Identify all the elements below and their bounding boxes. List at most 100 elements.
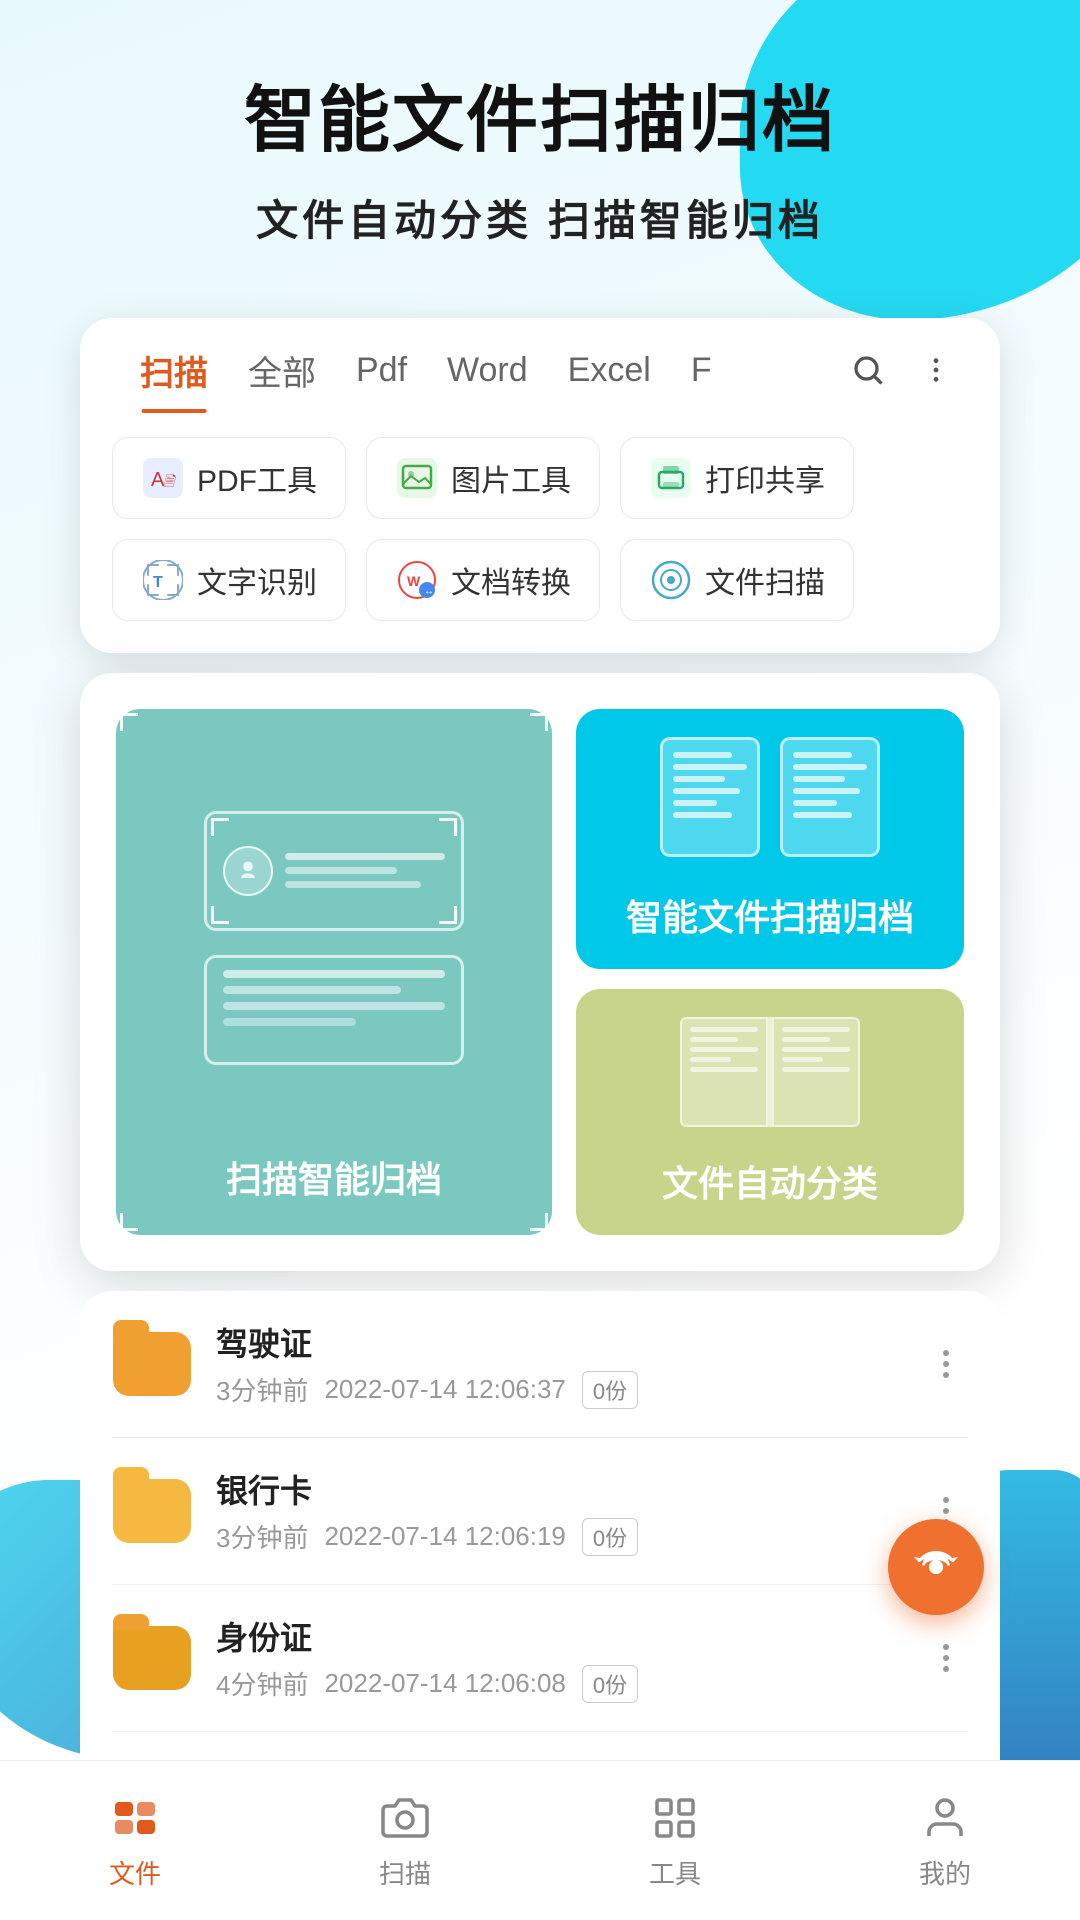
file-time: 3分钟前 xyxy=(216,1371,308,1408)
folder-shape xyxy=(113,1479,191,1543)
camera-fab-button[interactable] xyxy=(888,1519,984,1615)
file-name: 驾驶证 xyxy=(216,1319,900,1365)
doc-illustration xyxy=(660,737,880,857)
file-date: 2022-07-14 12:06:19 xyxy=(324,1521,565,1552)
scan-illustration xyxy=(140,741,528,1135)
file-meta: 3分钟前 2022-07-14 12:06:19 0份 xyxy=(216,1518,900,1556)
text-recognize-label: 文字识别 xyxy=(197,558,317,602)
hero-title: 智能文件扫描归档 xyxy=(60,80,1020,163)
file-classify-label: 文件自动分类 xyxy=(662,1155,878,1207)
file-scan-icon xyxy=(649,558,693,602)
doc-convert-label: 文档转换 xyxy=(451,558,571,602)
file-badge: 0份 xyxy=(582,1371,638,1409)
print-icon xyxy=(649,456,693,500)
tab-bar: 扫描 全部 Pdf Word Excel F xyxy=(80,318,1000,413)
nav-scan[interactable]: 扫描 xyxy=(377,1790,433,1891)
print-tool-label: 打印共享 xyxy=(705,456,825,500)
file-name: 身份证 xyxy=(216,1613,900,1659)
smart-scan-panel[interactable]: 智能文件扫描归档 xyxy=(576,709,964,969)
file-item: 身份证 4分钟前 2022-07-14 12:06:08 0份 xyxy=(112,1585,968,1732)
file-info[interactable]: 驾驶证 3分钟前 2022-07-14 12:06:37 0份 xyxy=(216,1319,900,1409)
doc-icon-1 xyxy=(660,737,760,857)
doc-icon-2 xyxy=(780,737,880,857)
files-nav-icon xyxy=(107,1790,163,1846)
file-name: 银行卡 xyxy=(216,1466,900,1512)
page-content: 智能文件扫描归档 文件自动分类 扫描智能归档 扫描 全部 Pdf Word Ex… xyxy=(0,0,1080,1920)
folder-shape xyxy=(113,1626,191,1690)
file-classify-panel[interactable]: 文件自动分类 xyxy=(576,989,964,1235)
tools-nav-icon xyxy=(647,1790,703,1846)
file-date: 2022-07-14 12:06:37 xyxy=(324,1374,565,1405)
feature-scan-panel[interactable]: 扫描智能归档 xyxy=(116,709,552,1235)
book-page-left xyxy=(680,1017,768,1127)
pdf-tool-label: PDF工具 xyxy=(197,456,317,500)
id-card-scan xyxy=(204,811,464,931)
nav-tools-label: 工具 xyxy=(649,1854,701,1891)
feature-popup: 扫描智能归档 xyxy=(80,673,1000,1271)
book-illustration xyxy=(680,1017,860,1127)
folder-icon xyxy=(112,1329,192,1399)
tab-excel[interactable]: Excel xyxy=(548,351,671,408)
file-item: 银行卡 3分钟前 2022-07-14 12:06:19 0份 xyxy=(112,1438,968,1585)
tab-pdf[interactable]: Pdf xyxy=(336,351,427,408)
file-meta: 4分钟前 2022-07-14 12:06:08 0份 xyxy=(216,1665,900,1703)
file-scan-label: 文件扫描 xyxy=(705,558,825,602)
book-icon xyxy=(680,1017,860,1127)
file-badge: 0份 xyxy=(582,1665,638,1703)
text-recognize-button[interactable]: T 文字识别 xyxy=(112,539,346,621)
more-button[interactable] xyxy=(912,346,960,394)
tools-row-2: T 文字识别 W xyxy=(80,519,1000,653)
tools-row-1: A 🗎 PDF工具 图片工具 xyxy=(80,413,1000,519)
doc-convert-button[interactable]: W ↔ 文档转换 xyxy=(366,539,600,621)
profile-nav-icon xyxy=(917,1790,973,1846)
file-item: 驾驶证 3分钟前 2022-07-14 12:06:37 0份 xyxy=(112,1291,968,1438)
pdf-tool-button[interactable]: A 🗎 PDF工具 xyxy=(112,437,346,519)
file-meta: 3分钟前 2022-07-14 12:06:37 0份 xyxy=(216,1371,900,1409)
scan-archive-label: 扫描智能归档 xyxy=(226,1151,442,1203)
nav-tools[interactable]: 工具 xyxy=(647,1790,703,1891)
folder-icon xyxy=(112,1476,192,1546)
nav-profile-label: 我的 xyxy=(919,1854,971,1891)
feature-right: 智能文件扫描归档 xyxy=(576,709,964,1235)
folder-shape xyxy=(113,1332,191,1396)
tab-word[interactable]: Word xyxy=(427,351,548,408)
book-page-right xyxy=(772,1017,860,1127)
app-card: 扫描 全部 Pdf Word Excel F xyxy=(80,318,1000,653)
tab-all[interactable]: 全部 xyxy=(228,346,336,413)
more-menu-button[interactable] xyxy=(924,1636,968,1680)
tab-icons xyxy=(844,346,960,412)
search-button[interactable] xyxy=(844,346,892,394)
svg-text:↔: ↔ xyxy=(424,586,434,597)
file-time: 4分钟前 xyxy=(216,1665,308,1702)
doc-convert-icon: W ↔ xyxy=(395,558,439,602)
image-tool-button[interactable]: 图片工具 xyxy=(366,437,600,519)
hero-section: 智能文件扫描归档 文件自动分类 扫描智能归档 xyxy=(0,0,1080,288)
svg-text:W: W xyxy=(407,573,421,589)
pdf-icon: A 🗎 xyxy=(141,456,185,500)
file-date: 2022-07-14 12:06:08 xyxy=(324,1668,565,1699)
file-badge: 0份 xyxy=(582,1518,638,1556)
file-time: 3分钟前 xyxy=(216,1518,308,1555)
tab-scan[interactable]: 扫描 xyxy=(120,346,228,413)
file-info[interactable]: 身份证 4分钟前 2022-07-14 12:06:08 0份 xyxy=(216,1613,900,1703)
more-menu-button[interactable] xyxy=(924,1342,968,1386)
nav-scan-label: 扫描 xyxy=(379,1854,431,1891)
text-recognize-icon: T xyxy=(141,558,185,602)
doc-scan xyxy=(204,955,464,1065)
hero-subtitle: 文件自动分类 扫描智能归档 xyxy=(60,187,1020,248)
file-scan-button[interactable]: 文件扫描 xyxy=(620,539,854,621)
svg-text:🗎: 🗎 xyxy=(163,473,176,489)
image-icon xyxy=(395,456,439,500)
bottom-nav: 文件 扫描 工具 我的 xyxy=(0,1760,1080,1920)
nav-files-label: 文件 xyxy=(109,1854,161,1891)
nav-profile[interactable]: 我的 xyxy=(917,1790,973,1891)
image-tool-label: 图片工具 xyxy=(451,456,571,500)
file-info[interactable]: 银行卡 3分钟前 2022-07-14 12:06:19 0份 xyxy=(216,1466,900,1556)
tab-f[interactable]: F xyxy=(671,351,732,408)
print-tool-button[interactable]: 打印共享 xyxy=(620,437,854,519)
smart-scan-label: 智能文件扫描归档 xyxy=(626,889,914,941)
scan-nav-icon xyxy=(377,1790,433,1846)
svg-text:T: T xyxy=(153,574,163,591)
folder-icon xyxy=(112,1623,192,1693)
nav-files[interactable]: 文件 xyxy=(107,1790,163,1891)
